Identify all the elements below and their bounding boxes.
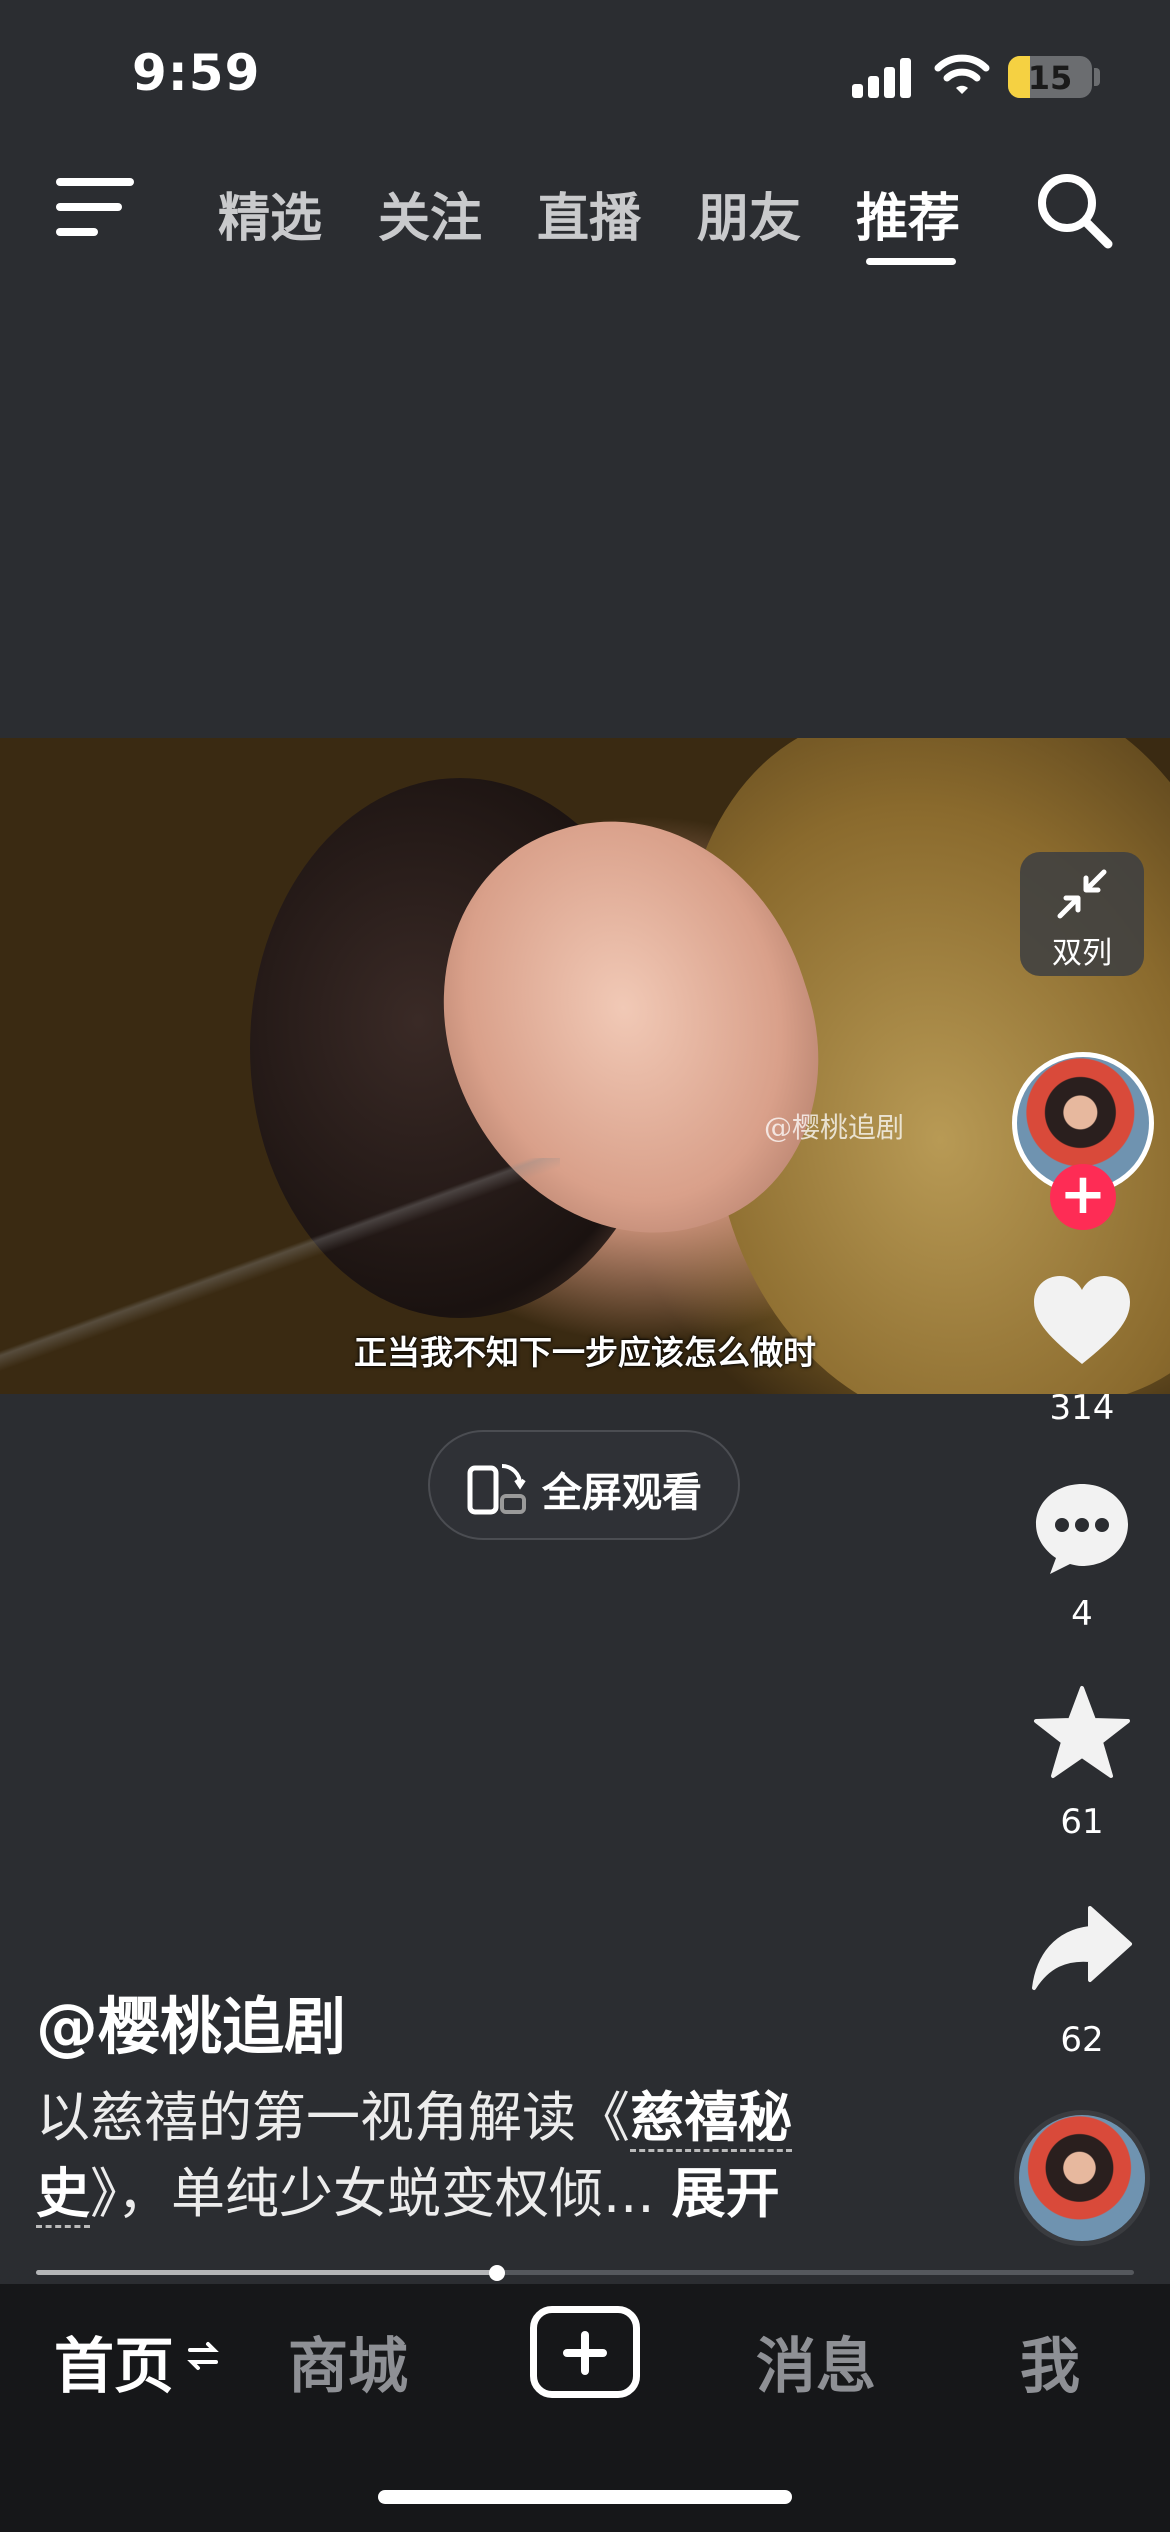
cellular-signal-icon [852,58,912,98]
nav-messages[interactable]: 消息 [756,2318,876,2405]
expand-button[interactable]: 展开 [672,2162,780,2225]
battery-nub [1094,68,1100,86]
music-disc-avatar[interactable] [1014,2110,1150,2246]
battery-level: 15 [1027,59,1073,97]
battery-icon: 15 [1008,56,1092,98]
nav-mall[interactable]: 商城 [288,2318,408,2405]
video-progress-fill [36,2270,497,2275]
share-arrow-icon[interactable] [1030,1900,1134,2000]
fullscreen-button[interactable]: 全屏观看 [428,1430,740,1540]
favorite-star-icon[interactable] [1030,1684,1134,1784]
nav-home[interactable]: 首页 [54,2318,174,2405]
tab-friends[interactable]: 朋友 [697,176,801,251]
like-count: 314 [1049,1388,1115,1428]
swap-arrows-icon[interactable] [186,2336,220,2376]
search-icon[interactable] [1034,170,1114,250]
video-player[interactable] [0,738,1170,1394]
description-text: 以慈禧的第一视角解读 [36,2086,576,2149]
rotate-screen-icon [467,1464,526,1515]
wifi-icon [934,54,990,94]
comment-icon[interactable] [1030,1478,1134,1578]
video-subtitle: 正当我不知下一步应该怎么做时 [354,1333,816,1372]
active-tab-indicator [866,258,956,265]
double-column-label: 双列 [1052,936,1112,971]
tab-featured[interactable]: 精选 [218,176,322,251]
follow-plus-button[interactable]: + [1050,1164,1116,1230]
menu-icon[interactable] [56,176,134,238]
video-progress-knob[interactable] [489,2265,505,2281]
double-column-button[interactable]: 双列 [1020,852,1144,976]
like-heart-icon[interactable] [1030,1272,1134,1372]
nav-me[interactable]: 我 [1020,2318,1080,2405]
favorite-count: 61 [1060,1802,1104,1842]
plus-icon-v [581,2331,589,2375]
collapse-icon [1057,869,1107,919]
create-post-button[interactable] [530,2306,640,2398]
status-time: 9:59 [132,44,261,102]
tab-following[interactable]: 关注 [378,176,482,251]
video-watermark: @樱桃追剧 [764,1111,905,1144]
fullscreen-label: 全屏观看 [542,1470,702,1516]
description-text-after: 》，单纯少女蜕变权倾... [90,2162,655,2225]
share-count: 62 [1060,2020,1104,2060]
video-description: 以慈禧的第一视角解读《慈禧秘史》，单纯少女蜕变权倾... 展开 [36,2080,896,2232]
tab-live[interactable]: 直播 [537,176,641,251]
author-name[interactable]: @樱桃追剧 [36,1976,346,2066]
tab-recommended[interactable]: 推荐 [856,176,960,251]
title-open-quote: 《 [576,2086,630,2149]
home-indicator [378,2490,792,2504]
comment-count: 4 [1071,1594,1093,1634]
